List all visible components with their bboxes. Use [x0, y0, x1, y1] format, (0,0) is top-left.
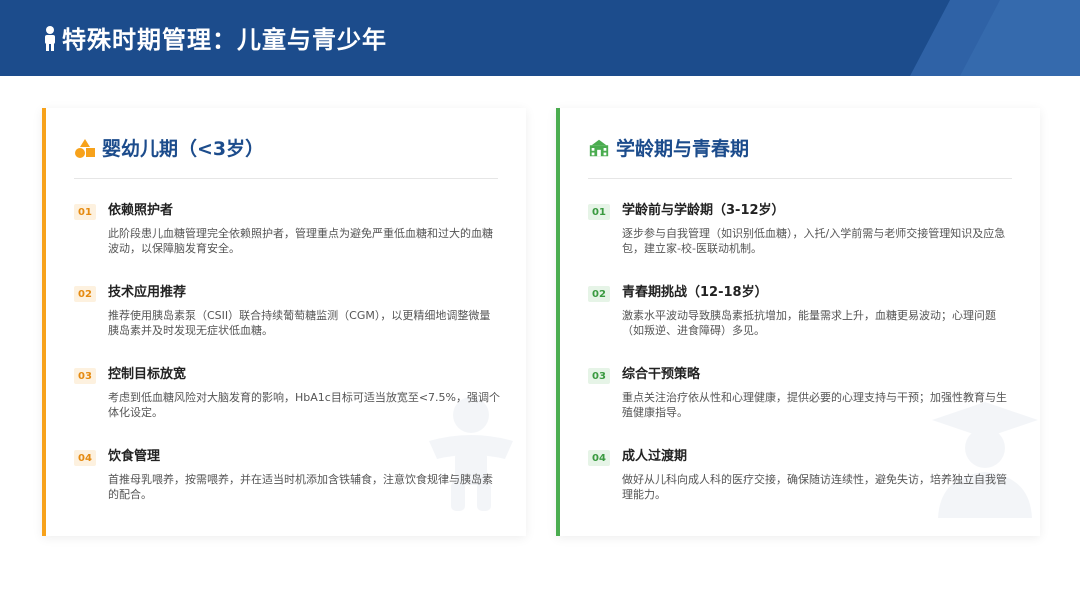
item-text: 此阶段患儿血糖管理完全依赖照护者，管理重点为避免严重低血糖和过大的血糖波动，以保…: [108, 227, 493, 255]
item-title: 综合干预策略: [622, 367, 701, 382]
item-list: 01 学龄前与学龄期（3-12岁） 逐步参与自我管理（如识别低血糖），入托/入学…: [588, 202, 1014, 530]
shapes-icon: [75, 138, 95, 158]
card-title: 学龄期与青春期: [616, 138, 750, 160]
item-title: 控制目标放宽: [108, 367, 187, 382]
item-text: 首推母乳喂养，按需喂养，并在适当时机添加含铁辅食，注意饮食规律与胰岛素的配合。: [108, 473, 493, 501]
item-number: 03: [588, 368, 610, 384]
list-item: 04 成人过渡期 做好从儿科向成人科的医疗交接，确保随访连续性，避免失访，培养独…: [588, 448, 1014, 530]
header-bar: 特殊时期管理：儿童与青少年: [0, 0, 1080, 76]
item-title: 成人过渡期: [622, 449, 688, 464]
item-title: 技术应用推荐: [108, 285, 187, 300]
school-age-card: 学龄期与青春期 01 学龄前与学龄期（3-12岁） 逐步参与自我管理（如识别低血…: [556, 108, 1040, 536]
school-icon: [589, 139, 609, 156]
list-item: 01 依赖照护者 此阶段患儿血糖管理完全依赖照护者，管理重点为避免严重低血糖和过…: [74, 202, 500, 284]
card-header: 学龄期与青春期: [588, 134, 749, 161]
item-text: 激素水平波动导致胰岛素抵抗增加，能量需求上升，血糖更易波动；心理问题（如叛逆、进…: [622, 309, 996, 337]
item-text: 推荐使用胰岛素泵（CSII）联合持续葡萄糖监测（CGM），以更精细地调整微量胰岛…: [108, 309, 491, 337]
item-text: 做好从儿科向成人科的医疗交接，确保随访连续性，避免失访，培养独立自我管理能力。: [622, 473, 1007, 501]
item-title: 青春期挑战（12-18岁）: [622, 285, 768, 300]
item-number: 02: [74, 286, 96, 302]
list-item: 03 控制目标放宽 考虑到低血糖风险对大脑发育的影响，HbA1c目标可适当放宽至…: [74, 366, 500, 448]
item-number: 04: [588, 450, 610, 466]
card-header: 婴幼儿期（<3岁）: [74, 134, 264, 161]
item-number: 01: [588, 204, 610, 220]
list-item: 01 学龄前与学龄期（3-12岁） 逐步参与自我管理（如识别低血糖），入托/入学…: [588, 202, 1014, 284]
list-item: 02 技术应用推荐 推荐使用胰岛素泵（CSII）联合持续葡萄糖监测（CGM），以…: [74, 284, 500, 366]
item-number: 01: [74, 204, 96, 220]
item-title: 依赖照护者: [108, 203, 174, 218]
item-text: 逐步参与自我管理（如识别低血糖），入托/入学前需与老师交接管理知识及应急包，建立…: [622, 227, 1006, 255]
list-item: 04 饮食管理 首推母乳喂养，按需喂养，并在适当时机添加含铁辅食，注意饮食规律与…: [74, 448, 500, 530]
item-list: 01 依赖照护者 此阶段患儿血糖管理完全依赖照护者，管理重点为避免严重低血糖和过…: [74, 202, 500, 530]
child-icon: [45, 25, 55, 51]
page-title: 特殊时期管理：儿童与青少年: [62, 26, 387, 54]
item-title: 学龄前与学龄期（3-12岁）: [622, 203, 785, 218]
list-item: 02 青春期挑战（12-18岁） 激素水平波动导致胰岛素抵抗增加，能量需求上升，…: [588, 284, 1014, 366]
divider: [74, 178, 498, 179]
infant-card: 婴幼儿期（<3岁） 01 依赖照护者 此阶段患儿血糖管理完全依赖照护者，管理重点…: [42, 108, 526, 536]
item-text: 重点关注治疗依从性和心理健康，提供必要的心理支持与干预；加强性教育与生殖健康指导…: [622, 391, 1007, 419]
card-title: 婴幼儿期（<3岁）: [102, 138, 265, 160]
item-number: 04: [74, 450, 96, 466]
item-number: 02: [588, 286, 610, 302]
item-number: 03: [74, 368, 96, 384]
divider: [588, 178, 1012, 179]
item-text: 考虑到低血糖风险对大脑发育的影响，HbA1c目标可适当放宽至<7.5%，强调个体…: [108, 391, 500, 419]
list-item: 03 综合干预策略 重点关注治疗依从性和心理健康，提供必要的心理支持与干预；加强…: [588, 366, 1014, 448]
item-title: 饮食管理: [108, 449, 161, 464]
title-group: 特殊时期管理：儿童与青少年: [42, 20, 387, 55]
